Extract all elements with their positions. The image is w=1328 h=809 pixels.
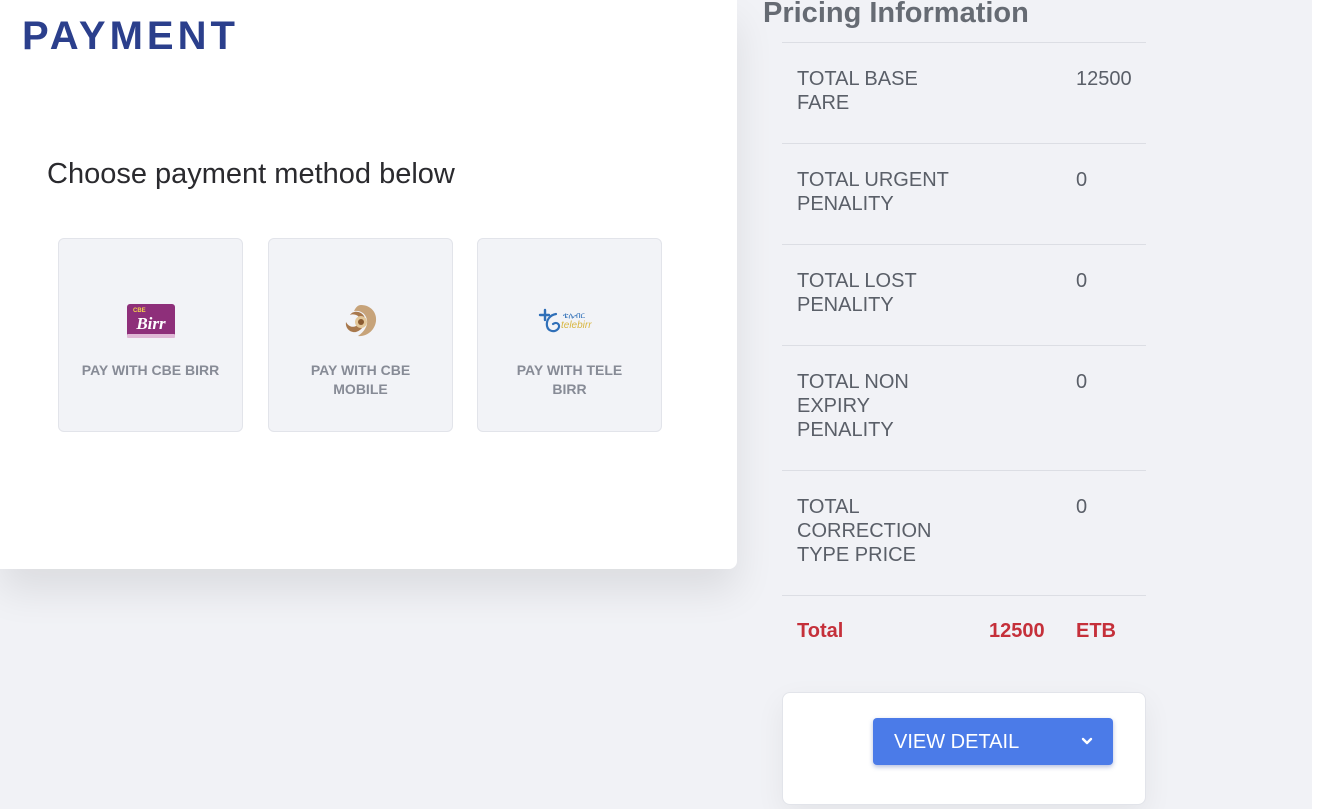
pay-with-tele-birr-button[interactable]: ቴሌብር telebirr PAY WITH TELE BIRR: [477, 238, 662, 432]
price-row-label: TOTAL NON EXPIRY PENALITY: [797, 371, 909, 441]
price-row-value: 12500: [1076, 68, 1132, 90]
price-row-lost-penality: TOTAL LOST PENALITY 0: [782, 244, 1146, 346]
pay-with-cbe-birr-button[interactable]: CBE Birr PAY WITH CBE BIRR: [58, 238, 243, 432]
cbe-mobile-logo-icon: [326, 301, 396, 341]
payment-card: PAYMENT Choose payment method below CBE …: [0, 0, 737, 569]
chevron-down-icon: [1081, 737, 1093, 745]
pricing-title: Pricing Information: [763, 0, 1029, 29]
svg-text:ቴሌብር: ቴሌብር: [563, 311, 586, 320]
pay-with-cbe-mobile-label: PAY WITH CBE MOBILE: [310, 362, 411, 397]
pay-with-cbe-mobile-button[interactable]: PAY WITH CBE MOBILE: [268, 238, 453, 432]
view-detail-button[interactable]: VIEW DETAIL: [873, 718, 1113, 765]
total-currency: ETB: [1076, 620, 1116, 642]
pay-with-cbe-birr-label: PAY WITH CBE BIRR: [81, 362, 220, 378]
svg-text:telebirr: telebirr: [561, 320, 592, 331]
price-row-value: 0: [1076, 169, 1088, 191]
price-row-correction-type-price: TOTAL CORRECTION TYPE PRICE 0: [782, 470, 1146, 596]
pay-with-tele-birr-label: PAY WITH TELE BIRR: [516, 362, 623, 397]
payment-method-prompt: Choose payment method below: [47, 158, 455, 190]
svg-text:Birr: Birr: [135, 314, 166, 333]
telebirr-logo-icon: ቴሌብር telebirr: [535, 301, 605, 341]
page-right-edge: [1312, 0, 1328, 809]
payment-title: PAYMENT: [22, 14, 239, 58]
price-row-value: 0: [1076, 371, 1088, 393]
cbe-birr-logo-icon: CBE Birr: [116, 301, 186, 341]
price-row-label: TOTAL BASE FARE: [797, 68, 918, 114]
price-row-base-fare: TOTAL BASE FARE 12500: [782, 42, 1146, 144]
price-row-label: TOTAL CORRECTION TYPE PRICE: [797, 496, 932, 566]
price-row-value: 0: [1076, 496, 1088, 518]
total-row: Total 12500 ETB: [782, 595, 1146, 666]
price-row-urgent-penality: TOTAL URGENT PENALITY 0: [782, 143, 1146, 245]
view-detail-card: VIEW DETAIL: [782, 692, 1146, 805]
total-amount: 12500: [989, 620, 1045, 642]
view-detail-label: VIEW DETAIL: [894, 731, 1020, 753]
price-row-non-expiry-penality: TOTAL NON EXPIRY PENALITY 0: [782, 345, 1146, 471]
price-row-value: 0: [1076, 270, 1088, 292]
price-row-label: TOTAL LOST PENALITY: [797, 270, 917, 316]
price-row-label: TOTAL URGENT PENALITY: [797, 169, 949, 215]
total-label: Total: [797, 620, 844, 642]
